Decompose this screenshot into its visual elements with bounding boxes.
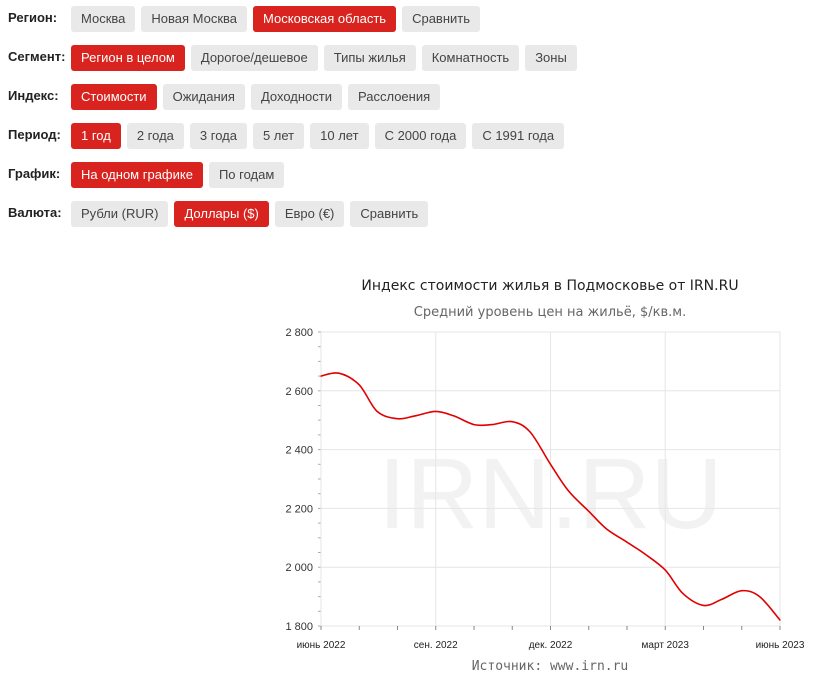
- currency-option-button[interactable]: Сравнить: [350, 201, 429, 227]
- segment-option-button[interactable]: Регион в целом: [71, 45, 185, 71]
- data-point: [320, 375, 322, 377]
- graph-option-button[interactable]: По годам: [208, 162, 285, 188]
- segment-option-button[interactable]: Комнатность: [421, 45, 520, 71]
- data-point: [376, 410, 378, 412]
- data-point: [741, 590, 743, 592]
- period-option-button[interactable]: С 1991 года: [472, 123, 565, 149]
- segment-options: Регион в целом Дорогое/дешевое Типы жилья К…: [71, 45, 577, 71]
- graph-options: На одном графике По годам: [71, 162, 285, 188]
- currency-label: Валюта:: [8, 205, 62, 220]
- region-option-button[interactable]: Москва: [71, 6, 136, 32]
- currency-option-button[interactable]: Рубли (RUR): [71, 201, 169, 227]
- data-point: [606, 528, 608, 530]
- index-option-button[interactable]: Ожидания: [162, 84, 245, 110]
- data-point: [529, 431, 531, 433]
- data-point: [759, 596, 761, 598]
- segment-option-button[interactable]: Зоны: [525, 45, 577, 71]
- currency-option-button[interactable]: Евро (€): [274, 201, 345, 227]
- currency-options: Рубли (RUR) Доллары ($) Евро (€) Сравнить: [71, 201, 429, 227]
- currency-option-button[interactable]: Доллары ($): [174, 201, 269, 227]
- data-point: [358, 384, 360, 386]
- period-option-button[interactable]: 10 лет: [310, 123, 369, 149]
- period-option-button[interactable]: 2 года: [126, 123, 184, 149]
- x-tick-label: дек. 2022: [529, 640, 573, 651]
- index-option-button[interactable]: Стоимости: [71, 84, 157, 110]
- x-tick-label: март 2023: [642, 640, 690, 651]
- data-point: [491, 424, 493, 426]
- x-tick-label: сен. 2022: [414, 640, 458, 651]
- x-tick-label: июнь 2022: [297, 640, 346, 651]
- price-index-chart: Индекс стоимости жилья в Подмосковье от …: [280, 270, 820, 685]
- data-point: [511, 421, 513, 423]
- data-point: [473, 424, 475, 426]
- segment-option-button[interactable]: Типы жилья: [323, 45, 416, 71]
- data-point: [702, 604, 705, 606]
- data-point: [779, 619, 781, 621]
- period-option-button[interactable]: С 2000 года: [374, 123, 467, 149]
- y-tick-label: 2 600: [285, 386, 313, 398]
- y-tick-label: 2 400: [285, 445, 313, 457]
- graph-option-button[interactable]: На одном графике: [71, 162, 203, 188]
- graph-label: График:: [8, 166, 61, 181]
- period-options: 1 год 2 года 3 года 5 лет 10 лет С 2000 года С…: [71, 123, 565, 149]
- data-point: [435, 410, 437, 412]
- data-point: [588, 510, 590, 512]
- region-option-button[interactable]: Новая Москва: [141, 6, 248, 32]
- period-option-button[interactable]: 5 лет: [252, 123, 305, 149]
- index-options: Стоимости Ожидания Доходности Расслоения: [71, 84, 441, 110]
- region-option-button[interactable]: Московская область: [253, 6, 397, 32]
- period-option-button[interactable]: 3 года: [189, 123, 247, 149]
- x-tick-label: июнь 2023: [756, 640, 805, 651]
- data-point: [567, 490, 569, 492]
- index-option-button[interactable]: Расслоения: [348, 84, 441, 110]
- data-point: [644, 553, 646, 555]
- y-tick-label: 2 200: [285, 503, 313, 515]
- y-tick-label: 2 000: [285, 562, 313, 574]
- chart-plot: IRN.RU1 8002 0002 2002 4002 6002 800июнь…: [285, 327, 805, 651]
- data-point: [720, 598, 722, 601]
- data-point: [396, 418, 399, 420]
- region-option-button[interactable]: Сравнить: [402, 6, 481, 32]
- y-tick-label: 1 800: [285, 621, 313, 633]
- data-point: [664, 569, 666, 571]
- data-point: [453, 415, 455, 417]
- region-label: Регион:: [8, 10, 58, 25]
- data-point: [549, 463, 552, 465]
- index-option-button[interactable]: Доходности: [250, 84, 342, 110]
- y-tick-label: 2 800: [285, 327, 313, 339]
- data-point: [626, 541, 628, 543]
- period-label: Период:: [8, 127, 61, 142]
- data-point: [414, 415, 416, 417]
- data-point: [338, 372, 340, 374]
- region-options: Москва Новая Москва Московская область Срав…: [71, 6, 481, 32]
- period-option-button[interactable]: 1 год: [71, 123, 121, 149]
- chart-source: Источник: www.irn.ru: [471, 659, 629, 674]
- index-label: Индекс:: [8, 88, 59, 103]
- segment-option-button[interactable]: Дорогое/дешевое: [190, 45, 318, 71]
- segment-label: Сегмент:: [8, 49, 66, 64]
- data-point: [682, 593, 684, 595]
